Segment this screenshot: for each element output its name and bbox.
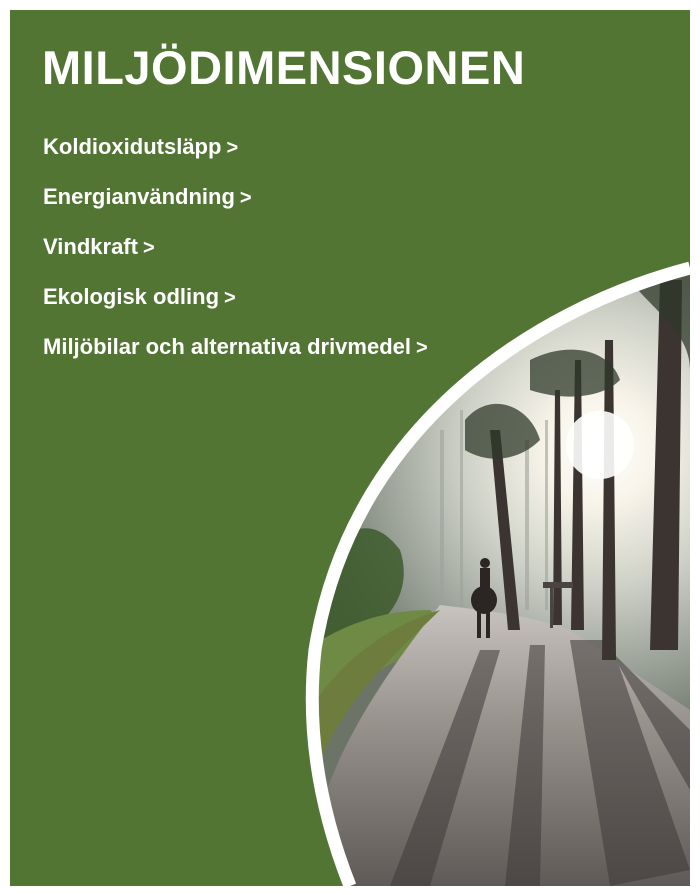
menu-item-ekologisk-odling: Ekologisk odling > <box>43 282 428 332</box>
chevron-right-icon: > <box>142 237 155 259</box>
menu-item-label: Miljöbilar och alternativa drivmedel <box>43 334 411 359</box>
topic-menu: Koldioxidutsläpp > Energianvändning > Vind… <box>43 132 428 382</box>
menu-item-label: Energianvändning <box>43 184 235 209</box>
page-title: MILJÖDIMENSIONEN <box>42 41 526 94</box>
chevron-right-icon: > <box>226 137 239 159</box>
menu-item-miljobilar: Miljöbilar och alternativa drivmedel > <box>43 332 428 382</box>
menu-link-energianvandning[interactable]: Energianvändning > <box>43 182 252 213</box>
chevron-right-icon: > <box>416 337 428 359</box>
menu-link-vindkraft[interactable]: Vindkraft > <box>43 232 155 263</box>
chevron-right-icon: > <box>239 187 252 209</box>
menu-link-miljobilar[interactable]: Miljöbilar och alternativa drivmedel > <box>43 332 428 363</box>
menu-item-koldioxidutslapp: Koldioxidutsläpp > <box>43 132 428 182</box>
menu-link-ekologisk-odling[interactable]: Ekologisk odling > <box>43 282 236 313</box>
menu-item-vindkraft: Vindkraft > <box>43 232 428 282</box>
menu-item-label: Koldioxidutsläpp <box>43 134 222 159</box>
menu-item-label: Vindkraft <box>43 234 138 259</box>
menu-item-energianvandning: Energianvändning > <box>43 182 428 232</box>
menu-link-koldioxidutslapp[interactable]: Koldioxidutsläpp > <box>43 132 238 163</box>
topic-panel: MILJÖDIMENSIONEN Koldioxidutsläpp > Energ… <box>10 10 690 886</box>
menu-item-label: Ekologisk odling <box>43 284 220 309</box>
chevron-right-icon: > <box>224 287 236 309</box>
